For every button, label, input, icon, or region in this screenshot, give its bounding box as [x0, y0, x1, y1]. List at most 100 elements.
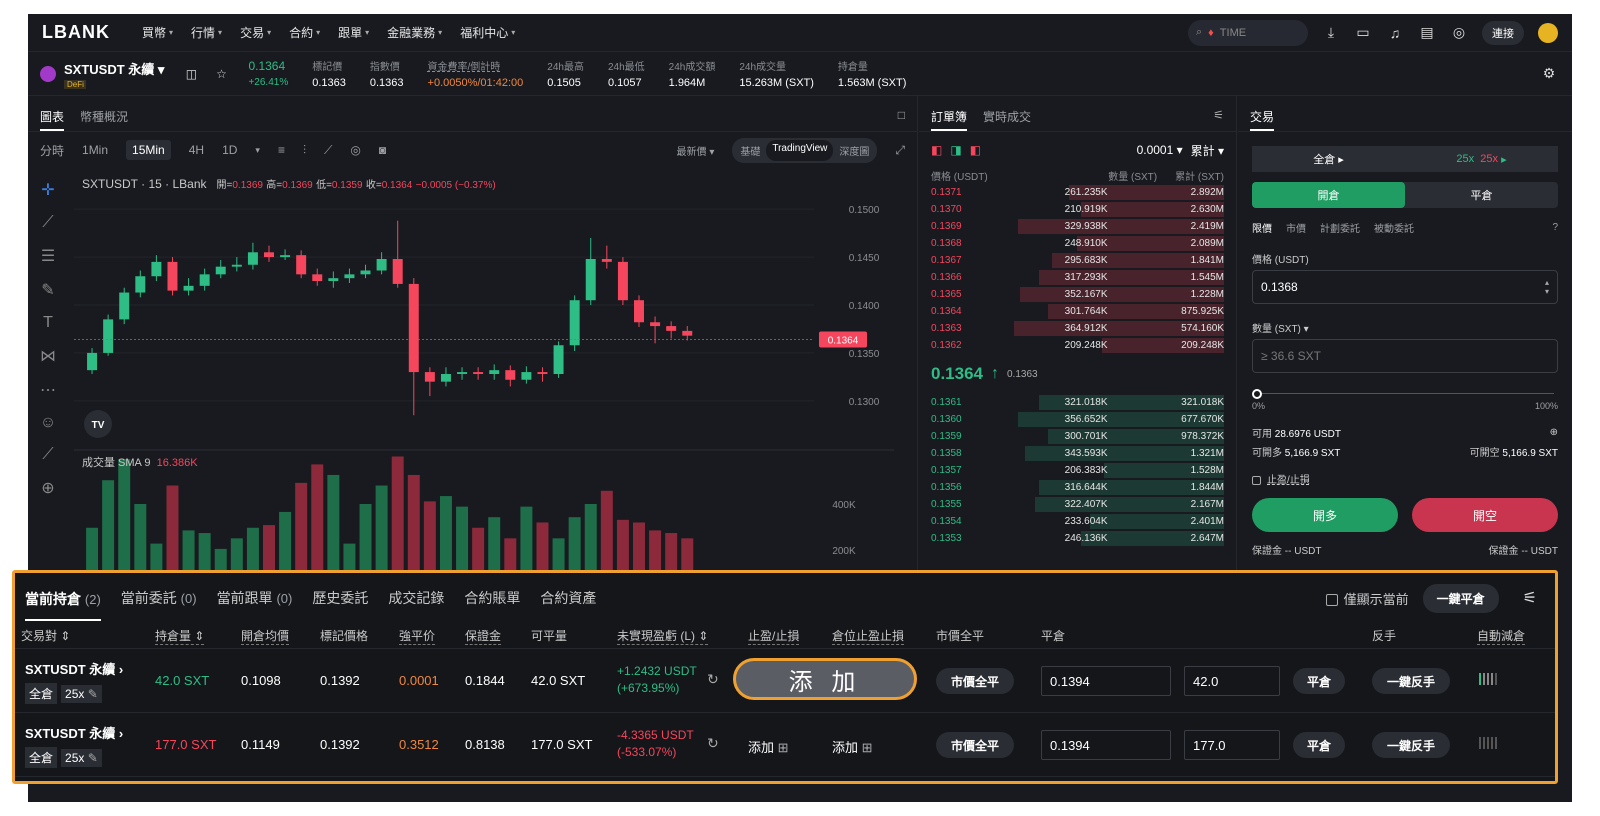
- order-type-market[interactable]: 市價: [1286, 220, 1306, 235]
- emoji-icon[interactable]: ☺: [40, 414, 56, 432]
- view-basic[interactable]: 基礎: [734, 140, 766, 161]
- mode-select[interactable]: 累計 ▾: [1191, 142, 1224, 159]
- close-position-button[interactable]: 平倉: [1293, 668, 1345, 694]
- symbol-selector[interactable]: SXTUSDT 永續 ▾ DeFi: [64, 59, 164, 89]
- market-close-button[interactable]: 市價全平: [936, 668, 1014, 694]
- close-tab[interactable]: 平倉: [1405, 182, 1558, 208]
- close-qty-input[interactable]: 177.0: [1184, 730, 1280, 760]
- add-circle-icon[interactable]: ⊕: [1550, 427, 1558, 438]
- th-size[interactable]: 持倉量 ⇕: [155, 627, 205, 645]
- bid-row[interactable]: 0.1353 246.136K 2.647M: [919, 530, 1236, 547]
- horizontal-lines-icon[interactable]: ☰: [41, 246, 55, 266]
- qty-slider[interactable]: [1252, 387, 1558, 401]
- bid-row[interactable]: 0.1361 321.018K 321.018K: [919, 394, 1236, 411]
- tf-4h[interactable]: 4H: [189, 143, 204, 157]
- fib-icon[interactable]: ⋯: [40, 380, 56, 400]
- close-position-button[interactable]: 平倉: [1293, 732, 1345, 758]
- bid-row[interactable]: 0.1359 300.701K 978.372K: [919, 428, 1236, 445]
- leverage-button[interactable]: 25x 25x ▸: [1405, 146, 1558, 172]
- order-type-passive[interactable]: 被動委託: [1374, 220, 1414, 235]
- add-tpsl-button[interactable]: 添 加: [733, 658, 917, 700]
- bid-row[interactable]: 0.1356 316.644K 1.844M: [919, 479, 1236, 496]
- tab-positions[interactable]: 當前持倉 (2): [25, 575, 101, 621]
- price-input[interactable]: 0.1368 ▴ ▾: [1252, 270, 1558, 304]
- tab-orderbook[interactable]: 訂單簿: [931, 108, 968, 131]
- wallet-icon[interactable]: ▭: [1354, 24, 1372, 42]
- order-type-limit[interactable]: 限價: [1252, 220, 1272, 235]
- tab-order-history[interactable]: 歷史委託: [312, 588, 368, 608]
- tab-trades[interactable]: 實時成交: [983, 108, 1031, 131]
- help-icon[interactable]: ?: [1552, 222, 1558, 233]
- only-current-checkbox[interactable]: 僅顯示當前: [1325, 589, 1409, 608]
- position-symbol[interactable]: SXTUSDT 永續 ›: [25, 659, 123, 678]
- nav-item-futures[interactable]: 合約 ▾: [289, 24, 320, 41]
- ask-row[interactable]: 0.1370 210.919K 2.630M: [919, 201, 1236, 218]
- tab-open-orders[interactable]: 當前委託 (0): [121, 588, 197, 608]
- bid-row[interactable]: 0.1355 322.407K 2.167M: [919, 496, 1236, 513]
- tab-bills[interactable]: 合約賬單: [464, 588, 520, 608]
- latest-price-select[interactable]: 最新價 ▾: [677, 143, 715, 158]
- th-pnl[interactable]: 未實現盈虧 (L) ⇕: [617, 627, 709, 645]
- crosshair-icon[interactable]: ✛: [41, 180, 54, 200]
- settings-icon[interactable]: ⚙: [1540, 65, 1558, 83]
- ask-row[interactable]: 0.1368 248.910K 2.089M: [919, 235, 1236, 252]
- layout-bids-icon[interactable]: ◨: [950, 143, 961, 157]
- ask-row[interactable]: 0.1369 329.938K 2.419M: [919, 218, 1236, 235]
- order-type-plan[interactable]: 計劃委託: [1320, 220, 1360, 235]
- ask-row[interactable]: 0.1364 301.764K 875.925K: [919, 303, 1236, 320]
- filter-icon[interactable]: ⚟: [1213, 108, 1224, 131]
- ask-row[interactable]: 0.1365 352.167K 1.228M: [919, 286, 1236, 303]
- zoom-icon[interactable]: ⊕: [41, 478, 54, 498]
- tab-copy-orders[interactable]: 當前跟單 (0): [217, 588, 293, 608]
- nav-item-trade[interactable]: 交易 ▾: [240, 24, 271, 41]
- filter-icon[interactable]: ⚟: [1523, 588, 1537, 608]
- pattern-icon[interactable]: ⋈: [40, 346, 56, 366]
- checkbox[interactable]: [1325, 594, 1338, 607]
- camera-icon[interactable]: ◙: [379, 143, 386, 157]
- edit-icon[interactable]: ✎: [88, 687, 98, 701]
- chevron-down-icon[interactable]: ▾: [255, 145, 260, 156]
- leverage-tag[interactable]: 25x ✎: [61, 749, 102, 767]
- indicator-icon[interactable]: ≡: [278, 143, 285, 157]
- stepper-icon[interactable]: ▴ ▾: [1545, 278, 1549, 296]
- download-icon[interactable]: ⤓: [1322, 24, 1340, 42]
- nav-item-markets[interactable]: 行情 ▾: [191, 24, 222, 41]
- fullscreen-icon[interactable]: □: [898, 108, 905, 131]
- nav-item-finance[interactable]: 金融業務 ▾: [387, 24, 442, 41]
- star-icon[interactable]: ☆: [212, 65, 230, 83]
- candlestick-chart[interactable]: 0.1500 0.1450 0.1400 0.1350 0.1300 0.1364 400K…: [74, 170, 914, 570]
- candle-type-icon[interactable]: ⫶: [303, 143, 306, 158]
- layout-both-icon[interactable]: ◧: [931, 143, 942, 157]
- nav-item-rewards[interactable]: 福利中心 ▾: [460, 24, 515, 41]
- edit-icon[interactable]: ✎: [88, 751, 98, 765]
- bid-row[interactable]: 0.1354 233.604K 2.401M: [919, 513, 1236, 530]
- add-position-tpsl-button[interactable]: 添加 ⊞: [832, 737, 873, 756]
- margin-mode-button[interactable]: 全倉 ▸: [1252, 146, 1405, 172]
- add-tpsl-button[interactable]: 添加 ⊞: [748, 737, 789, 756]
- avatar[interactable]: [1538, 22, 1558, 43]
- globe-icon[interactable]: ◎: [1450, 24, 1468, 42]
- book-icon[interactable]: ◫: [182, 65, 200, 83]
- tf-line[interactable]: 分時: [40, 142, 64, 159]
- orders-icon[interactable]: ▤: [1418, 24, 1436, 42]
- bell-icon[interactable]: ♫: [1386, 24, 1404, 42]
- view-depth[interactable]: 深度圖: [833, 140, 875, 161]
- slider-handle[interactable]: [1252, 389, 1262, 399]
- leverage-tag[interactable]: 25x ✎: [61, 685, 102, 703]
- layout-asks-icon[interactable]: ◧: [970, 143, 981, 157]
- ask-row[interactable]: 0.1371 261.235K 2.892M: [919, 184, 1236, 201]
- ruler-icon[interactable]: ⟋: [42, 446, 53, 464]
- th-pair[interactable]: 交易對 ⇕: [21, 627, 70, 644]
- bid-row[interactable]: 0.1357 206.383K 1.528M: [919, 462, 1236, 479]
- tab-trade[interactable]: 交易: [1250, 108, 1275, 131]
- tab-trade-history[interactable]: 成交記錄: [388, 588, 444, 608]
- ask-row[interactable]: 0.1366 317.293K 1.545M: [919, 269, 1236, 286]
- brush-icon[interactable]: ✎: [41, 280, 54, 300]
- text-icon[interactable]: T: [43, 314, 53, 332]
- nav-item-buy[interactable]: 買幣 ▾: [142, 24, 173, 41]
- open-long-button[interactable]: 開多: [1252, 498, 1398, 532]
- expand-icon[interactable]: ⤢: [895, 143, 905, 158]
- trendline-icon[interactable]: ⟋: [42, 214, 53, 232]
- open-short-button[interactable]: 開空: [1412, 498, 1558, 532]
- tab-chart[interactable]: 圖表: [40, 108, 65, 131]
